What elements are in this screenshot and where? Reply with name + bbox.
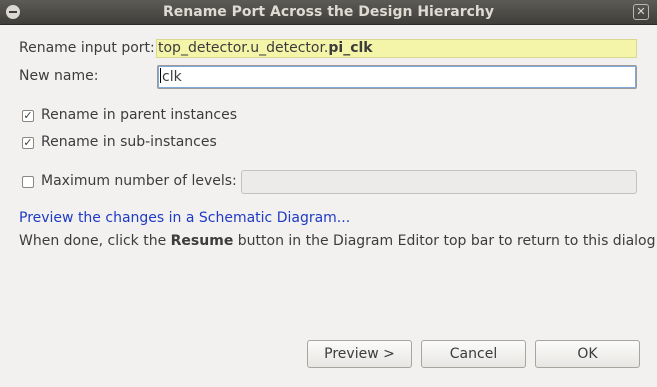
new-name-label: New name: [19,68,99,84]
cancel-button[interactable]: Cancel [421,340,526,368]
ok-button[interactable]: OK [535,340,640,368]
help-text-after: button in the Diagram Editor top bar to … [233,233,657,249]
text-caret [160,68,161,83]
max-levels-checkbox[interactable] [22,176,34,188]
rename-sub-label[interactable]: Rename in sub-instances [41,134,217,150]
port-path-field: top_detector.u_detector.pi_clk [156,39,637,58]
port-name: pi_clk [328,40,373,56]
window-title: Rename Port Across the Design Hierarchy [163,4,494,20]
help-text-resume: Resume [170,233,234,249]
close-icon[interactable]: ✕ [633,4,649,20]
rename-sub-checkbox[interactable]: ✓ [22,137,34,149]
preview-schematic-link[interactable]: Preview the changes in a Schematic Diagr… [19,210,350,226]
help-text-before: When done, click the [19,233,171,249]
rename-parent-label[interactable]: Rename in parent instances [41,107,237,123]
max-levels-label[interactable]: Maximum number of levels: [41,173,237,189]
max-levels-input [241,170,637,194]
help-text: When done, click the Resume button in th… [19,233,657,249]
new-name-value: clk [162,69,182,85]
new-name-input[interactable]: clk [157,65,637,89]
port-path-prefix: top_detector.u_detector. [158,40,329,56]
rename-parent-checkbox[interactable]: ✓ [22,110,34,122]
rename-input-port-label: Rename input port: [19,40,155,56]
title-bar: Rename Port Across the Design Hierarchy … [0,0,657,25]
preview-button[interactable]: Preview > [307,340,412,368]
